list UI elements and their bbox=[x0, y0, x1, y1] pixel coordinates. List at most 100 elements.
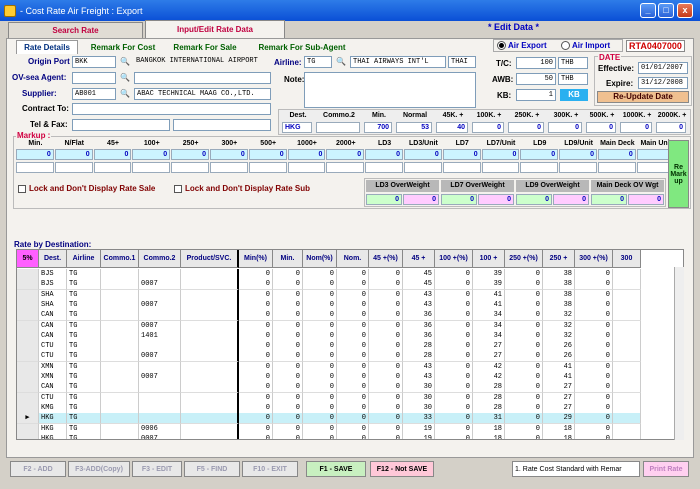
markup-value-13[interactable]: 0 bbox=[520, 149, 559, 160]
rate-value-7[interactable]: 0 bbox=[548, 122, 582, 133]
col-header-16[interactable]: 300 bbox=[613, 250, 641, 268]
note-textarea[interactable] bbox=[304, 72, 476, 108]
grid-cell[interactable]: 0 bbox=[239, 433, 273, 439]
markup-value-0[interactable]: 0 bbox=[16, 149, 54, 160]
close-button[interactable]: x bbox=[677, 3, 693, 18]
markup-value-7[interactable]: 0 bbox=[287, 149, 326, 160]
col-header-7[interactable]: Nom(%) bbox=[303, 250, 337, 268]
grid-cell[interactable]: 0 bbox=[273, 433, 303, 439]
markup-value2-6[interactable] bbox=[248, 162, 287, 173]
subtab-remark-cost[interactable]: Remark For Cost bbox=[84, 40, 162, 54]
col-header-2[interactable]: Commo.1 bbox=[101, 250, 139, 268]
col-header-6[interactable]: Min. bbox=[273, 250, 303, 268]
markup-value2-9[interactable] bbox=[365, 162, 403, 173]
markup-value-10[interactable]: 0 bbox=[404, 149, 442, 160]
col-header-12[interactable]: 100 + bbox=[473, 250, 505, 268]
not-save-button[interactable]: F12 - Not SAVE bbox=[370, 461, 434, 477]
grid-cell[interactable]: 0 bbox=[303, 433, 337, 439]
binoculars-icon[interactable]: 🔍 bbox=[118, 72, 132, 84]
tc-input[interactable]: 100 bbox=[516, 57, 556, 69]
col-header-4[interactable]: Product/SVC. bbox=[181, 250, 239, 268]
kb-input[interactable]: 1 bbox=[516, 89, 556, 101]
markup-value-5[interactable]: 0 bbox=[210, 149, 248, 160]
tel-input[interactable] bbox=[72, 119, 170, 131]
markup-value-6[interactable]: 0 bbox=[248, 149, 287, 160]
awb-input[interactable]: 50 bbox=[516, 73, 556, 85]
markup-value-3[interactable]: 0 bbox=[132, 149, 171, 160]
fax-input[interactable] bbox=[173, 119, 271, 131]
grid-cell[interactable]: 0007 bbox=[139, 433, 181, 439]
ovsea-agent-input[interactable] bbox=[72, 72, 116, 84]
markup-value-4[interactable]: 0 bbox=[171, 149, 209, 160]
markup-value2-8[interactable] bbox=[326, 162, 365, 173]
pct-header[interactable]: 5% bbox=[17, 250, 39, 268]
effective-date-input[interactable]: 01/01/2007 bbox=[638, 62, 688, 74]
remarkup-button[interactable]: Re Mark up bbox=[668, 140, 689, 208]
markup-value-14[interactable]: 0 bbox=[559, 149, 597, 160]
grid-cell[interactable] bbox=[613, 433, 641, 439]
exit-button[interactable]: F10 - EXIT bbox=[242, 461, 298, 477]
ow-value-b-3[interactable]: 0 bbox=[628, 194, 664, 205]
markup-value2-2[interactable] bbox=[93, 162, 132, 173]
air-import-radio[interactable]: Air Import bbox=[561, 41, 610, 51]
col-header-13[interactable]: 250 +(%) bbox=[505, 250, 543, 268]
tc-currency-select[interactable]: THB bbox=[558, 57, 588, 69]
ow-value-b-1[interactable]: 0 bbox=[478, 194, 514, 205]
markup-value-1[interactable]: 0 bbox=[54, 149, 93, 160]
origin-port-input[interactable]: BKK bbox=[72, 56, 116, 68]
markup-value2-7[interactable] bbox=[287, 162, 326, 173]
minimize-button[interactable]: _ bbox=[640, 3, 656, 18]
markup-value2-11[interactable] bbox=[442, 162, 481, 173]
col-header-1[interactable]: Airline bbox=[67, 250, 101, 268]
rate-value-9[interactable]: 0 bbox=[620, 122, 652, 133]
markup-value2-1[interactable] bbox=[54, 162, 93, 173]
rate-value-10[interactable]: 0 bbox=[656, 122, 686, 133]
rate-value-5[interactable]: 0 bbox=[472, 122, 504, 133]
lock-sale-checkbox[interactable]: Lock and Don't Display Rate Sale bbox=[18, 184, 155, 193]
air-export-radio[interactable]: Air Export bbox=[497, 41, 547, 51]
grid-cell[interactable]: 18 bbox=[473, 433, 505, 439]
reupdate-date-button[interactable]: Re-Update Date bbox=[597, 91, 689, 103]
contract-input[interactable] bbox=[72, 103, 271, 115]
grid-cell[interactable]: 0 bbox=[337, 433, 369, 439]
ow-value-a-1[interactable]: 0 bbox=[441, 194, 477, 205]
rate-value-3[interactable]: 53 bbox=[396, 122, 432, 133]
grid-cell[interactable]: 19 bbox=[403, 433, 435, 439]
markup-value2-4[interactable] bbox=[171, 162, 209, 173]
airline-input[interactable]: TG bbox=[304, 56, 332, 68]
col-header-14[interactable]: 250 + bbox=[543, 250, 575, 268]
grid-scrollbar[interactable] bbox=[674, 267, 684, 440]
tab-search-rate[interactable]: Search Rate bbox=[8, 22, 143, 38]
rate-value-8[interactable]: 0 bbox=[586, 122, 616, 133]
grid-cell[interactable]: 0 bbox=[435, 433, 473, 439]
markup-value2-14[interactable] bbox=[559, 162, 597, 173]
add-copy-button[interactable]: F3-ADD(Copy) bbox=[68, 461, 130, 477]
ow-value-b-2[interactable]: 0 bbox=[553, 194, 589, 205]
binoculars-icon[interactable]: 🔍 bbox=[118, 56, 132, 68]
supplier-input[interactable]: AB001 bbox=[72, 88, 116, 100]
ow-value-a-2[interactable]: 0 bbox=[516, 194, 552, 205]
rate-value-1[interactable] bbox=[316, 122, 360, 133]
ow-value-b-0[interactable]: 0 bbox=[403, 194, 439, 205]
rate-value-0[interactable]: HKG bbox=[282, 122, 312, 133]
col-header-3[interactable]: Commo.2 bbox=[139, 250, 181, 268]
grid-cell[interactable] bbox=[101, 433, 139, 439]
markup-value2-5[interactable] bbox=[210, 162, 248, 173]
find-button[interactable]: F5 - FIND bbox=[184, 461, 240, 477]
print-option-select[interactable]: 1. Rate Cost Standard with Remar bbox=[512, 461, 640, 477]
expire-date-input[interactable]: 31/12/2008 bbox=[638, 77, 688, 89]
grid-cell[interactable]: HKG bbox=[39, 433, 67, 439]
markup-value-8[interactable]: 0 bbox=[326, 149, 365, 160]
markup-value2-15[interactable] bbox=[598, 162, 636, 173]
ow-value-a-3[interactable]: 0 bbox=[591, 194, 627, 205]
rate-value-4[interactable]: 40 bbox=[436, 122, 468, 133]
awb-currency-select[interactable]: THB bbox=[558, 73, 588, 85]
markup-value2-13[interactable] bbox=[520, 162, 559, 173]
grid-cell[interactable]: 18 bbox=[543, 433, 575, 439]
markup-value-11[interactable]: 0 bbox=[442, 149, 481, 160]
col-header-15[interactable]: 300 +(%) bbox=[575, 250, 613, 268]
col-header-9[interactable]: 45 +(%) bbox=[369, 250, 403, 268]
add-button[interactable]: F2 - ADD bbox=[10, 461, 66, 477]
grid-cell[interactable]: TG bbox=[67, 433, 101, 439]
rate-value-6[interactable]: 0 bbox=[508, 122, 544, 133]
